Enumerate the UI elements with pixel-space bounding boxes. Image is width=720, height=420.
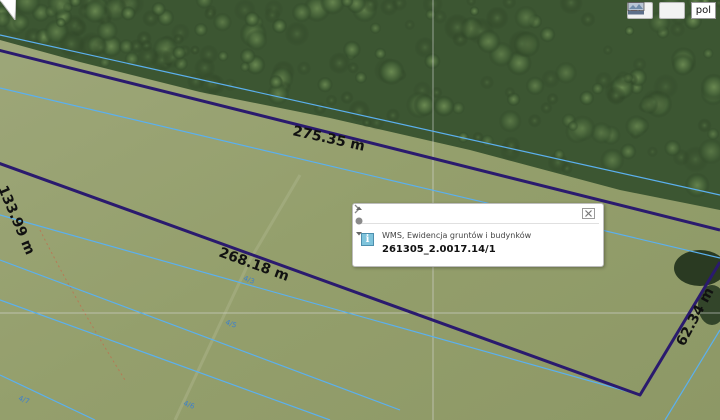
tree	[369, 22, 382, 35]
tree	[172, 45, 187, 60]
tree	[567, 120, 579, 132]
close-icon[interactable]	[583, 209, 594, 218]
tree	[413, 93, 436, 117]
tree	[239, 48, 256, 65]
tree	[527, 113, 542, 128]
map-layers-button[interactable]	[627, 2, 685, 19]
map-view[interactable]: 4/3 4/5 4/6 4/7 275.35 m 268.18 m 133.99 m …	[0, 0, 720, 420]
popup-divider	[357, 223, 599, 224]
scroll-down-icon[interactable]	[356, 232, 362, 236]
tree	[501, 136, 521, 155]
tree	[325, 94, 338, 107]
tree	[24, 27, 43, 46]
tree	[120, 5, 136, 21]
language-selector[interactable]: pol	[690, 2, 716, 19]
tree	[641, 89, 667, 115]
tree	[479, 75, 495, 90]
tree	[580, 11, 596, 28]
tree	[480, 134, 495, 148]
tree	[55, 17, 66, 28]
tree	[624, 114, 648, 138]
tree	[469, 6, 480, 17]
tree	[646, 146, 659, 158]
tree	[342, 40, 362, 59]
tree	[264, 7, 281, 24]
tree	[245, 29, 268, 51]
tree	[514, 5, 538, 30]
tree	[624, 25, 635, 36]
tree	[425, 9, 437, 21]
tree	[92, 39, 109, 56]
tree	[190, 45, 200, 56]
tree	[354, 71, 368, 84]
feature-info-popup[interactable]: i WMS, Ewidencja gruntów i budynków 2613…	[352, 203, 604, 267]
tree	[129, 38, 144, 54]
tree	[614, 70, 632, 88]
tree	[142, 9, 160, 28]
tree	[284, 21, 310, 47]
tree	[602, 44, 613, 56]
tree	[414, 36, 436, 59]
tree	[239, 61, 251, 73]
map-icon	[627, 2, 645, 15]
tree	[198, 44, 219, 65]
tree	[430, 86, 443, 99]
tree	[606, 86, 626, 106]
tree	[702, 48, 714, 59]
scroll-thumb[interactable]	[355, 217, 363, 225]
tree	[268, 74, 284, 90]
tree	[498, 109, 522, 133]
map-toolbar: pol	[626, 2, 716, 19]
tree	[539, 26, 556, 43]
tree	[313, 101, 327, 116]
tree	[378, 58, 405, 86]
popup-scrollbar[interactable]	[353, 204, 365, 240]
tree	[669, 21, 686, 38]
popup-pointer	[0, 0, 16, 20]
tree	[172, 33, 185, 45]
tree	[443, 13, 471, 42]
tree	[203, 7, 217, 21]
tree	[217, 50, 229, 62]
tree	[546, 92, 559, 106]
tree	[404, 19, 416, 31]
tree	[632, 57, 647, 72]
tree	[663, 139, 682, 157]
tree	[317, 76, 333, 93]
tree	[541, 69, 561, 89]
tree	[476, 29, 501, 54]
tree	[591, 82, 604, 95]
tree	[579, 90, 595, 106]
tree	[193, 22, 208, 37]
tree	[504, 86, 516, 98]
tree	[671, 53, 695, 76]
tree	[83, 0, 108, 24]
tree	[244, 11, 261, 28]
tree	[291, 2, 312, 23]
tree	[697, 118, 712, 133]
tree	[684, 172, 710, 198]
tree	[385, 108, 401, 123]
popup-layer-name: WMS, Ewidencja gruntów i budynków	[382, 231, 532, 240]
popup-parcel-id[interactable]: 261305_2.0017.14/1	[382, 244, 496, 255]
tree	[296, 61, 312, 76]
tree	[186, 72, 205, 91]
tree	[340, 90, 354, 105]
close-button[interactable]	[582, 208, 595, 219]
scroll-up-icon[interactable]	[356, 206, 362, 211]
